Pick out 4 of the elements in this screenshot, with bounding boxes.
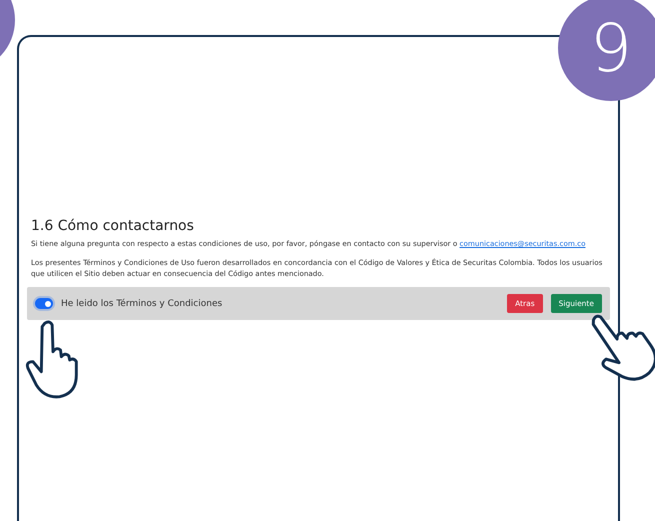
step-number: 9 <box>558 0 655 101</box>
toggle-label: He leido los Términos y Condiciones <box>61 298 224 308</box>
toggle-switch[interactable] <box>35 298 53 309</box>
section-heading: 1.6 Cómo contactarnos <box>31 218 194 234</box>
